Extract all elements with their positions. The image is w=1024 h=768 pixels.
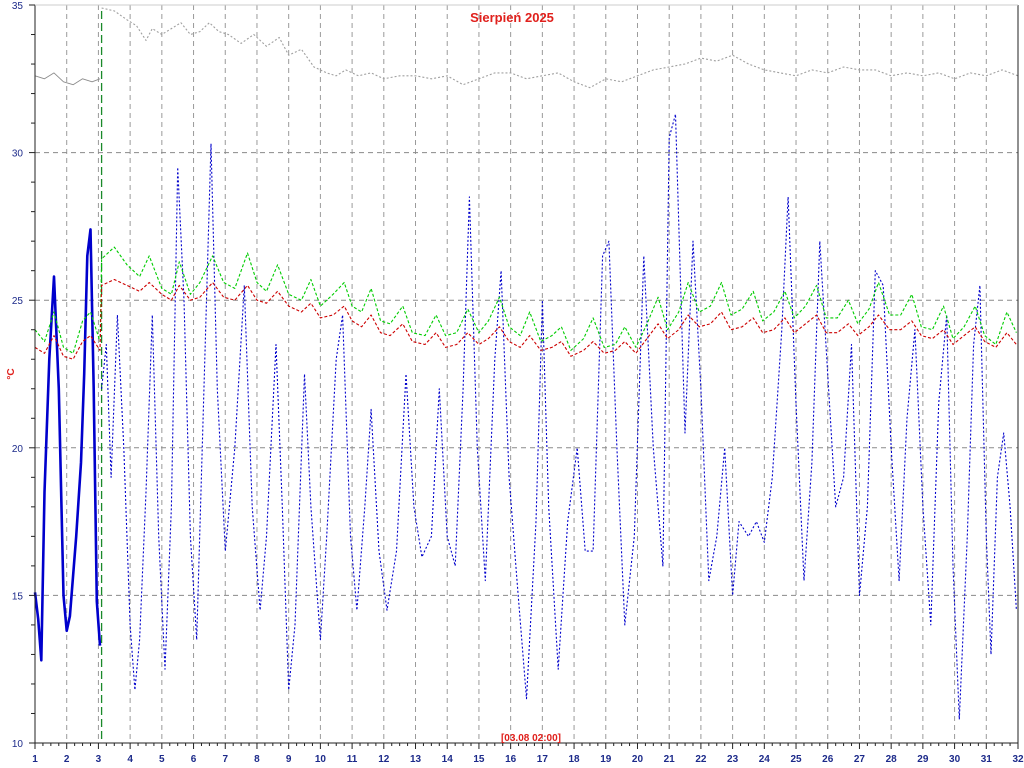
y-tick-label: 35 — [12, 1, 24, 12]
x-tick-label: 32 — [1012, 754, 1024, 765]
current-time-label: [03.08 02:00] — [501, 733, 561, 744]
x-tick-label: 18 — [569, 754, 581, 765]
x-tick-label: 28 — [886, 754, 898, 765]
x-tick-label: 13 — [410, 754, 422, 765]
x-tick-label: 7 — [222, 754, 228, 765]
y-axis-unit-label: °C — [6, 368, 17, 379]
y-tick-label: 30 — [12, 149, 24, 160]
y-tick-label: 15 — [12, 591, 24, 602]
x-tick-label: 5 — [159, 754, 165, 765]
x-tick-label: 2 — [64, 754, 70, 765]
x-tick-label: 25 — [790, 754, 802, 765]
y-tick-label: 25 — [12, 296, 24, 307]
x-tick-label: 29 — [917, 754, 929, 765]
x-tick-label: 24 — [759, 754, 771, 765]
x-tick-label: 17 — [537, 754, 549, 765]
x-tick-label: 16 — [505, 754, 517, 765]
x-tick-label: 14 — [442, 754, 454, 765]
x-tick-label: 26 — [822, 754, 834, 765]
x-tick-label: 23 — [727, 754, 739, 765]
x-tick-label: 3 — [96, 754, 102, 765]
x-tick-label: 11 — [347, 754, 358, 765]
plot-background — [0, 0, 1024, 768]
chart-title: Sierpień 2025 — [470, 10, 554, 25]
x-tick-label: 30 — [949, 754, 961, 765]
x-tick-label: 10 — [315, 754, 327, 765]
x-tick-label: 12 — [378, 754, 390, 765]
x-tick-label: 20 — [632, 754, 644, 765]
x-tick-label: 22 — [695, 754, 707, 765]
x-tick-label: 6 — [191, 754, 197, 765]
x-tick-label: 8 — [254, 754, 260, 765]
y-tick-label: 10 — [12, 739, 24, 750]
x-tick-label: 31 — [981, 754, 993, 765]
temperature-chart: 1015202530351 2 3 4 5 6 7 8 9 10 11 12 13 14 15 16 17 18 1… — [0, 0, 1024, 768]
x-tick-label: 27 — [854, 754, 866, 765]
x-tick-label: 4 — [127, 754, 133, 765]
x-tick-label: 1 — [32, 754, 38, 765]
x-tick-label: 15 — [473, 754, 485, 765]
x-tick-label: 21 — [664, 754, 676, 765]
x-tick-label: 9 — [286, 754, 292, 765]
x-tick-label: 19 — [600, 754, 612, 765]
y-tick-label: 20 — [12, 444, 24, 455]
